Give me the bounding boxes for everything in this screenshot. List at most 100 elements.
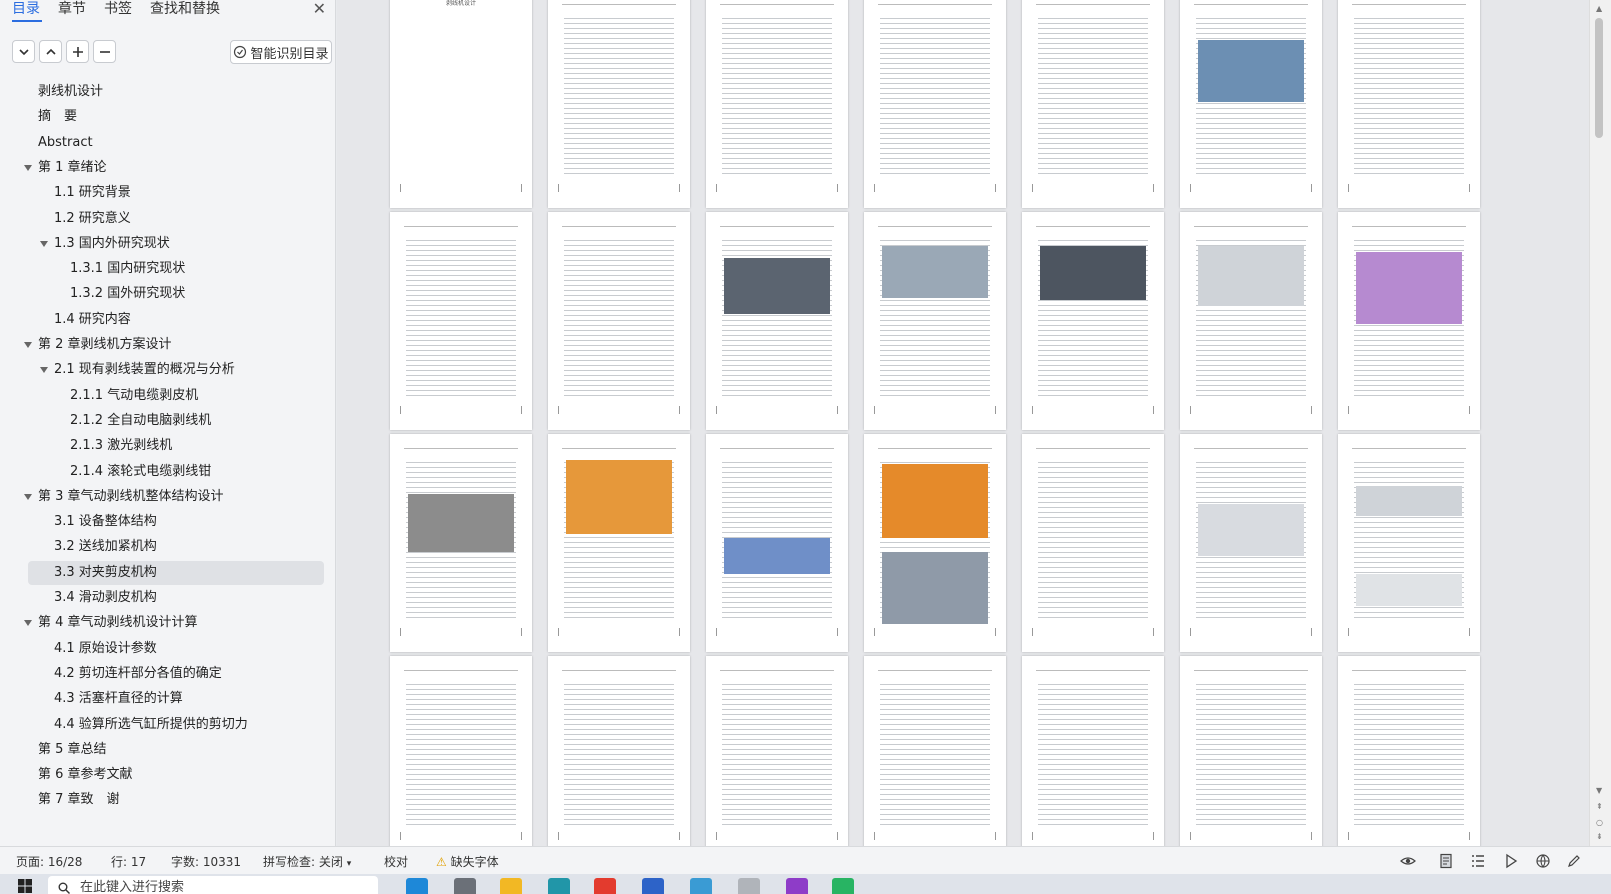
page-thumbnail[interactable] bbox=[1180, 656, 1322, 846]
page-thumbnail[interactable] bbox=[548, 434, 690, 652]
page-thumbnail[interactable] bbox=[1022, 656, 1164, 846]
tab-chapters[interactable]: 章节 bbox=[58, 0, 86, 18]
page-thumbnail[interactable] bbox=[1180, 0, 1322, 208]
expand-caret-icon[interactable] bbox=[40, 240, 48, 247]
edge-app-icon[interactable] bbox=[406, 878, 428, 894]
tab-toc[interactable]: 目录 bbox=[12, 0, 40, 18]
toc-item[interactable]: 1.1 研究背景 bbox=[0, 181, 336, 205]
tab-bookmarks[interactable]: 书签 bbox=[104, 0, 132, 18]
page-thumbnail[interactable] bbox=[706, 0, 848, 208]
page-thumbnail[interactable] bbox=[1180, 212, 1322, 430]
page-thumbnail[interactable] bbox=[864, 0, 1006, 208]
toc-item[interactable]: 1.3.1 国内研究现状 bbox=[0, 257, 336, 281]
page-thumbnail[interactable] bbox=[1022, 0, 1164, 208]
eye-protection-icon[interactable] bbox=[1400, 853, 1416, 869]
smart-toc-button[interactable]: 智能识别目录 bbox=[230, 40, 332, 64]
next-page-icon[interactable]: ⇟ bbox=[1596, 832, 1603, 841]
toc-item[interactable]: 剥线机设计 bbox=[0, 80, 336, 104]
page-view-icon[interactable] bbox=[1438, 853, 1454, 869]
prev-page-icon[interactable]: ⇞ bbox=[1596, 802, 1603, 811]
page-thumbnail[interactable] bbox=[548, 656, 690, 846]
page-thumbnail[interactable] bbox=[548, 0, 690, 208]
page-thumbnail[interactable] bbox=[706, 434, 848, 652]
toc-item[interactable]: 摘 要 bbox=[0, 105, 336, 129]
web-view-icon[interactable] bbox=[1535, 853, 1551, 869]
outline-view-icon[interactable] bbox=[1470, 853, 1486, 869]
page-thumbnail[interactable] bbox=[548, 212, 690, 430]
wps-app-icon[interactable] bbox=[594, 878, 616, 894]
toc-item[interactable]: 第 6 章参考文献 bbox=[0, 763, 336, 787]
calculator-app-icon[interactable] bbox=[454, 878, 476, 894]
close-panel-icon[interactable]: ✕ bbox=[313, 1, 326, 17]
scrollbar-thumb[interactable] bbox=[1595, 18, 1603, 138]
toc-item[interactable]: 第 7 章致 谢 bbox=[0, 788, 336, 812]
expand-caret-icon[interactable] bbox=[40, 367, 48, 374]
toc-item[interactable]: 4.4 验算所选气缸所提供的剪切力 bbox=[0, 713, 336, 737]
missing-font-button[interactable]: ⚠ 缺失字体 bbox=[436, 853, 499, 870]
toc-item[interactable]: 2.1.4 滚轮式电缆剥线钳 bbox=[0, 460, 336, 484]
play-icon[interactable] bbox=[1503, 853, 1519, 869]
windows-start-icon[interactable] bbox=[18, 879, 32, 893]
page-thumbnail[interactable] bbox=[390, 212, 532, 430]
toc-item[interactable]: 2.1.3 激光剥线机 bbox=[0, 434, 336, 458]
page-thumbnail[interactable] bbox=[706, 656, 848, 846]
vertical-scrollbar[interactable]: ▲ ▼ ⇞ ○ ⇟ bbox=[1589, 0, 1611, 846]
expand-caret-icon[interactable] bbox=[24, 620, 32, 627]
toc-item[interactable]: 2.1.2 全自动电脑剥线机 bbox=[0, 409, 336, 433]
toc-item[interactable]: 3.2 送线加紧机构 bbox=[0, 535, 336, 559]
page-thumbnail[interactable]: 剥线机设计 bbox=[390, 0, 532, 208]
toc-item[interactable]: 第 2 章剥线机方案设计 bbox=[0, 333, 336, 357]
page-thumbnail[interactable] bbox=[864, 434, 1006, 652]
app-icon-8[interactable] bbox=[738, 878, 760, 894]
page-thumbnail[interactable] bbox=[864, 212, 1006, 430]
page-thumbnail[interactable] bbox=[1022, 212, 1164, 430]
select-browse-object-icon[interactable]: ○ bbox=[1596, 818, 1603, 827]
browser-app-icon[interactable] bbox=[548, 878, 570, 894]
toc-item[interactable]: 第 5 章总结 bbox=[0, 738, 336, 762]
toc-item[interactable]: 1.4 研究内容 bbox=[0, 308, 336, 332]
app-icon-9[interactable] bbox=[786, 878, 808, 894]
proofread-button[interactable]: 校对 bbox=[384, 853, 408, 870]
toc-item[interactable]: 第 1 章绪论 bbox=[0, 156, 336, 180]
page-thumbnail[interactable] bbox=[390, 434, 532, 652]
toc-item[interactable]: 3.4 滑动剥皮机构 bbox=[0, 586, 336, 610]
app-icon-7[interactable] bbox=[690, 878, 712, 894]
file-explorer-app-icon[interactable] bbox=[500, 878, 522, 894]
document-thumbnail-grid[interactable]: 剥线机设计 bbox=[337, 0, 1589, 846]
toc-item[interactable]: Abstract bbox=[0, 131, 336, 155]
page-thumbnail[interactable] bbox=[706, 212, 848, 430]
toc-item[interactable]: 4.3 活塞杆直径的计算 bbox=[0, 687, 336, 711]
toc-item[interactable]: 第 4 章气动剥线机设计计算 bbox=[0, 611, 336, 635]
toc-item[interactable]: 第 3 章气动剥线机整体结构设计 bbox=[0, 485, 336, 509]
spellcheck-toggle[interactable]: 拼写检查: 关闭 ▾ bbox=[263, 853, 351, 870]
word-count[interactable]: 字数: 10331 bbox=[171, 853, 241, 870]
page-thumbnail[interactable] bbox=[1180, 434, 1322, 652]
toc-item[interactable]: 2.1.1 气动电缆剥皮机 bbox=[0, 384, 336, 408]
toc-item[interactable]: 2.1 现有剥线装置的概况与分析 bbox=[0, 358, 336, 382]
toc-item[interactable]: 1.2 研究意义 bbox=[0, 207, 336, 231]
toc-item[interactable]: 1.3.2 国外研究现状 bbox=[0, 282, 336, 306]
add-heading-button[interactable] bbox=[66, 40, 89, 63]
scroll-up-arrow-icon[interactable]: ▲ bbox=[1596, 4, 1602, 13]
page-thumbnail[interactable] bbox=[1338, 212, 1480, 430]
toc-item[interactable]: 4.1 原始设计参数 bbox=[0, 637, 336, 661]
page-indicator[interactable]: 页面: 16/28 bbox=[16, 853, 82, 870]
remove-heading-button[interactable] bbox=[93, 40, 116, 63]
app-icon-6[interactable] bbox=[642, 878, 664, 894]
toc-item[interactable]: 4.2 剪切连杆部分各值的确定 bbox=[0, 662, 336, 686]
collapse-up-button[interactable] bbox=[39, 40, 62, 63]
expand-caret-icon[interactable] bbox=[24, 164, 32, 171]
page-thumbnail[interactable] bbox=[1022, 434, 1164, 652]
page-thumbnail[interactable] bbox=[864, 656, 1006, 846]
page-thumbnail[interactable] bbox=[1338, 0, 1480, 208]
pen-icon[interactable] bbox=[1566, 853, 1582, 869]
page-thumbnail[interactable] bbox=[1338, 656, 1480, 846]
scroll-down-arrow-icon[interactable]: ▼ bbox=[1596, 786, 1602, 795]
expand-caret-icon[interactable] bbox=[24, 493, 32, 500]
toc-item[interactable]: 1.3 国内外研究现状 bbox=[0, 232, 336, 256]
tab-find-replace[interactable]: 查找和替换 bbox=[150, 0, 220, 18]
expand-caret-icon[interactable] bbox=[24, 342, 32, 348]
taskbar-search-input[interactable]: 在此键入进行搜索 bbox=[48, 876, 378, 894]
page-thumbnail[interactable] bbox=[1338, 434, 1480, 652]
toc-item[interactable]: 3.1 设备整体结构 bbox=[0, 510, 336, 534]
